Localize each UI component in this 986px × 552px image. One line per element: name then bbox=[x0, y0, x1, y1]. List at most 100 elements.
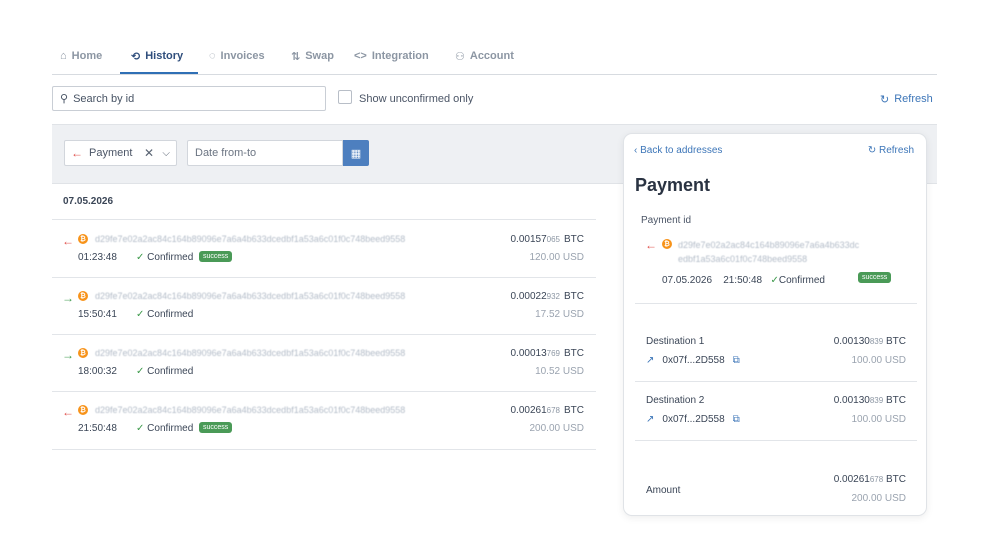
bitcoin-icon: ₿ bbox=[78, 291, 88, 301]
active-tab-indicator bbox=[120, 72, 198, 74]
btc-unit: BTC bbox=[564, 405, 584, 416]
tab-label: Integration bbox=[371, 50, 429, 62]
destination-address: ↗ 0x07f...2D558 ⧉ bbox=[646, 414, 740, 425]
tab-home[interactable]: ⌂ Home bbox=[60, 50, 102, 74]
hash-line: d29fe7e02a2ac84c164b89096e7a6a4b633dc bbox=[678, 240, 860, 250]
btc-unit: BTC bbox=[564, 291, 584, 302]
copy-icon[interactable]: ⧉ bbox=[733, 355, 740, 366]
transaction-time: 15:50:41 bbox=[78, 309, 117, 320]
transaction-hash[interactable]: d29fe7e02a2ac84c164b89096e7a6a4b633dcedb… bbox=[95, 234, 405, 244]
status-text: Confirmed bbox=[147, 252, 194, 263]
usd-value: 10.52 bbox=[535, 366, 561, 377]
code-icon: <> bbox=[354, 50, 367, 62]
usd-amount: 120.00 USD bbox=[530, 252, 585, 263]
divider bbox=[635, 381, 917, 382]
transaction-time: 18:00:32 bbox=[78, 366, 117, 377]
transaction-status: ✓ Confirmed bbox=[136, 423, 193, 434]
usd-value: 100.00 bbox=[851, 414, 883, 425]
tab-history[interactable]: ⟲ History bbox=[131, 50, 183, 74]
search-placeholder: Search by id bbox=[73, 92, 135, 105]
outgoing-arrow-icon: ← bbox=[62, 405, 74, 419]
check-circle-icon: ✓ bbox=[136, 423, 145, 434]
divider bbox=[52, 449, 596, 450]
transaction-hash[interactable]: d29fe7e02a2ac84c164b89096e7a6a4b633dcedb… bbox=[95, 291, 405, 301]
btc-amount: 0.00261678 BTC bbox=[510, 405, 584, 416]
tab-label: Swap bbox=[305, 50, 334, 62]
unconfirmed-label: Show unconfirmed only bbox=[359, 93, 474, 105]
tab-label: Home bbox=[71, 50, 103, 62]
btc-unit: BTC bbox=[886, 474, 906, 485]
transaction-row[interactable]: → ₿ d29fe7e02a2ac84c164b89096e7a6a4b633d… bbox=[52, 334, 596, 391]
date-range-input[interactable]: Date from-to bbox=[187, 140, 343, 166]
external-link-icon[interactable]: ↗ bbox=[646, 414, 654, 425]
address-text: 0x07f...2D558 bbox=[662, 355, 725, 366]
btc-amount: 0.00130839 BTC bbox=[834, 336, 906, 347]
payment-id-label: Payment id bbox=[641, 215, 692, 226]
usd-value: 100.00 bbox=[851, 355, 883, 366]
refresh-button[interactable]: ↻ Refresh bbox=[880, 93, 933, 106]
tab-integration[interactable]: <> Integration bbox=[354, 50, 429, 74]
copy-icon[interactable]: ⧉ bbox=[733, 414, 740, 425]
usd-value: 200.00 bbox=[529, 423, 561, 434]
back-to-addresses-link[interactable]: ‹ Back to addresses bbox=[634, 145, 722, 156]
back-label: Back to addresses bbox=[640, 145, 723, 156]
tab-invoices[interactable]: ◌ Invoices bbox=[209, 50, 265, 74]
refresh-icon: ↻ bbox=[867, 145, 877, 156]
btc-unit: BTC bbox=[886, 336, 906, 347]
usd-unit: USD bbox=[562, 252, 584, 263]
payment-date: 07.05.2026 bbox=[662, 275, 713, 286]
btc-unit: BTC bbox=[564, 234, 584, 245]
btc-tail: 678 bbox=[546, 406, 560, 415]
transaction-row[interactable]: ← ₿ d29fe7e02a2ac84c164b89096e7a6a4b633d… bbox=[52, 391, 596, 448]
type-filter-select[interactable]: ← Payment ✕ ⌵ bbox=[64, 140, 177, 166]
btc-main: 0.00022 bbox=[510, 291, 547, 302]
transaction-hash[interactable]: d29fe7e02a2ac84c164b89096e7a6a4b633dcedb… bbox=[95, 405, 405, 415]
main-tabs: ⌂ Home ⟲ History ◌ Invoices ⇅ Swap <> In… bbox=[52, 44, 937, 75]
refresh-label: Refresh bbox=[878, 145, 914, 156]
check-circle-icon: ✓ bbox=[770, 275, 779, 286]
usd-unit: USD bbox=[884, 493, 906, 504]
btc-tail: 678 bbox=[869, 475, 884, 484]
outgoing-arrow-icon: ← bbox=[62, 234, 74, 248]
calendar-button[interactable]: ▦ bbox=[343, 140, 369, 166]
type-filter-value: Payment bbox=[89, 147, 133, 159]
search-input[interactable]: ⚲ Search by id bbox=[52, 86, 326, 111]
destination-label: Destination 2 bbox=[646, 395, 705, 406]
usd-amount: 100.00 USD bbox=[852, 355, 907, 366]
transaction-time: 21:50:48 bbox=[78, 423, 117, 434]
external-link-icon[interactable]: ↗ bbox=[646, 355, 654, 366]
panel-refresh-button[interactable]: ↻ Refresh bbox=[868, 145, 914, 156]
usd-unit: USD bbox=[562, 366, 584, 377]
total-usd-amount: 200.00 USD bbox=[852, 493, 907, 504]
transaction-row[interactable]: ← ₿ d29fe7e02a2ac84c164b89096e7a6a4b633d… bbox=[52, 220, 596, 277]
status-badge: success bbox=[858, 272, 892, 283]
outgoing-arrow-icon: ← bbox=[71, 146, 83, 160]
date-range-placeholder: Date from-to bbox=[195, 147, 257, 159]
usd-amount: 10.52 USD bbox=[535, 366, 584, 377]
payment-id-hash[interactable]: d29fe7e02a2ac84c164b89096e7a6a4b633dc ed… bbox=[678, 238, 918, 266]
usd-value: 17.52 bbox=[535, 309, 561, 320]
btc-main: 0.00261 bbox=[510, 405, 547, 416]
payment-status: Confirmed bbox=[778, 275, 825, 286]
btc-amount: 0.00157065 BTC bbox=[510, 234, 584, 245]
status-text: Confirmed bbox=[147, 366, 194, 377]
destination-address: ↗ 0x07f...2D558 ⧉ bbox=[646, 355, 740, 366]
transaction-hash[interactable]: d29fe7e02a2ac84c164b89096e7a6a4b633dcedb… bbox=[95, 348, 405, 358]
btc-tail: 769 bbox=[546, 349, 560, 358]
status-badge: success bbox=[199, 251, 233, 262]
amount-label: Amount bbox=[646, 485, 681, 496]
transaction-time: 01:23:48 bbox=[78, 252, 117, 263]
unconfirmed-checkbox[interactable] bbox=[338, 90, 352, 104]
btc-tail: 839 bbox=[869, 396, 884, 405]
tab-account[interactable]: ⚇ Account bbox=[455, 50, 514, 74]
search-icon: ⚲ bbox=[60, 93, 69, 105]
btc-unit: BTC bbox=[564, 348, 584, 359]
chevron-down-icon[interactable]: ⌵ bbox=[162, 148, 170, 159]
btc-tail: 065 bbox=[546, 235, 560, 244]
usd-amount: 17.52 USD bbox=[535, 309, 584, 320]
swap-icon: ⇅ bbox=[291, 51, 301, 63]
clear-icon[interactable]: ✕ bbox=[144, 146, 154, 160]
tab-swap[interactable]: ⇅ Swap bbox=[291, 50, 334, 74]
incoming-arrow-icon: → bbox=[62, 291, 74, 305]
transaction-row[interactable]: → ₿ d29fe7e02a2ac84c164b89096e7a6a4b633d… bbox=[52, 277, 596, 334]
